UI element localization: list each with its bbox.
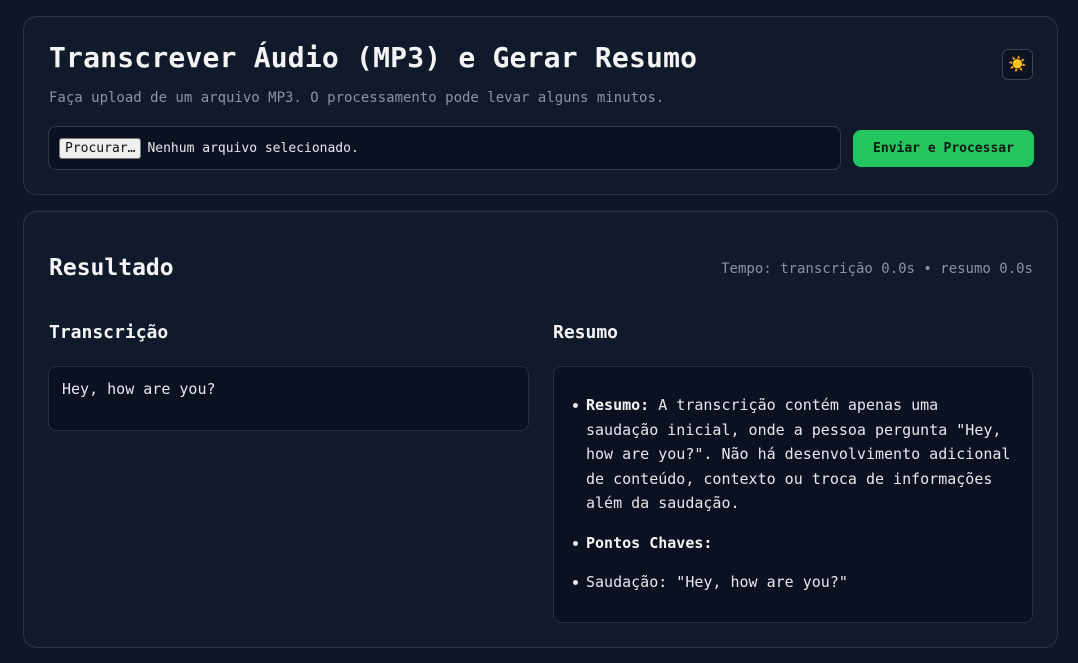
summary-item: Saudação: "Hey, how are you?" bbox=[572, 570, 1018, 595]
upload-card: Transcrever Áudio (MP3) e Gerar Resumo ☀… bbox=[23, 16, 1058, 195]
page-title: Transcrever Áudio (MP3) e Gerar Resumo bbox=[49, 41, 698, 74]
transcription-panel: Hey, how are you? bbox=[48, 366, 529, 431]
summary-item-text: A transcrição contém apenas uma saudação… bbox=[586, 396, 1011, 512]
transcription-text: Hey, how are you? bbox=[62, 380, 216, 398]
sun-icon: ☀️ bbox=[1008, 55, 1027, 73]
result-card: Resultado Tempo: transcrição 0.0s • resu… bbox=[23, 211, 1058, 648]
browse-button[interactable]: Procurar… bbox=[59, 137, 142, 159]
transcription-heading: Transcrição bbox=[49, 322, 169, 343]
summary-list: Resumo: A transcrição contém apenas uma … bbox=[572, 393, 1018, 595]
summary-item-label: Pontos Chaves: bbox=[586, 533, 713, 552]
summary-item: Resumo: A transcrição contém apenas uma … bbox=[572, 393, 1018, 516]
summary-heading: Resumo bbox=[553, 322, 619, 343]
file-input[interactable]: Procurar… Nenhum arquivo selecionado. bbox=[48, 126, 841, 170]
result-title: Resultado bbox=[49, 255, 174, 281]
timing-info: Tempo: transcrição 0.0s • resumo 0.0s bbox=[721, 261, 1033, 277]
summary-panel: Resumo: A transcrição contém apenas uma … bbox=[553, 366, 1033, 623]
summary-item: Pontos Chaves: bbox=[572, 531, 1018, 556]
summary-item-label: Resumo: bbox=[586, 396, 650, 414]
page-subtitle: Faça upload de um arquivo MP3. O process… bbox=[49, 90, 665, 106]
file-status-text: Nenhum arquivo selecionado. bbox=[147, 140, 359, 156]
theme-toggle-button[interactable]: ☀️ bbox=[1002, 49, 1033, 80]
submit-process-button[interactable]: Enviar e Processar bbox=[853, 130, 1034, 167]
summary-item-text: Saudação: "Hey, how are you?" bbox=[586, 573, 848, 591]
